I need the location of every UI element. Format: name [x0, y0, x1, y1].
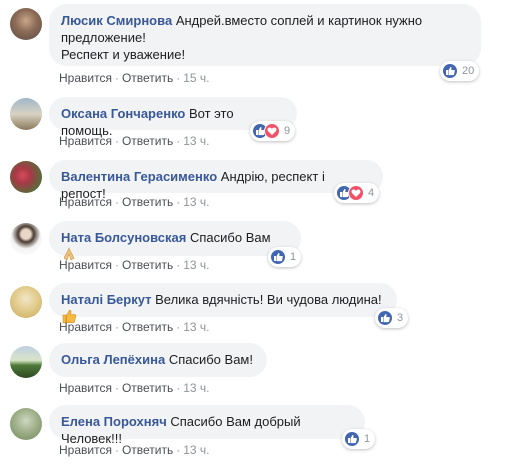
separator: ·: [114, 195, 119, 209]
separator: ·: [114, 381, 119, 395]
comment-author[interactable]: Ольга Лепёхина: [61, 352, 165, 367]
comment-bubble: Наталі Беркут Велика вдячність! Ви чудов…: [49, 283, 397, 324]
timestamp[interactable]: 13 ч.: [183, 443, 209, 457]
comment-author[interactable]: Наталі Беркут: [61, 292, 151, 307]
like-icon: [270, 249, 286, 265]
comment-bubble: Елена Порохняч Спасибо Вам добрый Челове…: [49, 405, 365, 446]
comment-bubble: Ольга Лепёхина Спасибо Вам!: [49, 343, 267, 377]
reply-button[interactable]: Ответить: [122, 71, 173, 85]
separator: ·: [114, 258, 119, 272]
timestamp[interactable]: 15 ч.: [183, 71, 209, 85]
comment-actions: Нравится · Ответить · 15 ч.: [59, 71, 210, 85]
comment-actions: Нравится · Ответить · 13 ч.: [59, 381, 210, 395]
reaction-count: 9: [284, 125, 291, 137]
like-button[interactable]: Нравится: [59, 443, 112, 457]
comment-actions: Нравится · Ответить · 13 ч.: [59, 195, 210, 209]
avatar[interactable]: [10, 223, 42, 255]
love-icon: [264, 123, 280, 139]
reaction-summary[interactable]: 1: [268, 247, 302, 267]
timestamp[interactable]: 13 ч.: [183, 134, 209, 148]
love-icon: [348, 185, 364, 201]
comment-author[interactable]: Оксана Гончаренко: [61, 106, 185, 121]
reaction-count: 20: [462, 65, 475, 77]
avatar[interactable]: [10, 161, 42, 193]
reply-button[interactable]: Ответить: [122, 134, 173, 148]
reaction-summary[interactable]: 20: [440, 61, 480, 81]
comment-actions: Нравится · Ответить · 13 ч.: [59, 134, 210, 148]
avatar[interactable]: [10, 408, 42, 440]
separator: ·: [176, 320, 181, 334]
separator: ·: [114, 134, 119, 148]
reaction-summary[interactable]: 4: [334, 183, 380, 203]
separator: ·: [114, 443, 119, 457]
comment-author[interactable]: Ната Болсуновская: [61, 230, 186, 245]
comment-bubble: Люсик Смирнова Андрей.вместо соплей и ка…: [49, 4, 481, 66]
timestamp[interactable]: 13 ч.: [183, 258, 209, 272]
separator: ·: [176, 381, 181, 395]
like-button[interactable]: Нравится: [59, 71, 112, 85]
timestamp[interactable]: 13 ч.: [183, 320, 209, 334]
separator: ·: [114, 320, 119, 334]
timestamp[interactable]: 13 ч.: [183, 381, 209, 395]
separator: ·: [176, 443, 181, 457]
avatar[interactable]: [10, 8, 42, 40]
separator: ·: [176, 258, 181, 272]
comment-bubble: Ната Болсуновская Спасибо Вам: [49, 221, 301, 261]
reaction-count: 4: [368, 187, 375, 199]
avatar[interactable]: [10, 286, 42, 318]
reply-button[interactable]: Ответить: [122, 258, 173, 272]
avatar[interactable]: [10, 346, 42, 378]
comment-bubble: Валентина Герасименко Андрію, респект і …: [49, 160, 383, 201]
comment-text: Спасибо Вам: [189, 230, 271, 245]
like-button[interactable]: Нравится: [59, 195, 112, 209]
like-button[interactable]: Нравится: [59, 320, 112, 334]
like-button[interactable]: Нравится: [59, 258, 112, 272]
reaction-summary[interactable]: 9: [250, 121, 296, 141]
comment-actions: Нравится · Ответить · 13 ч.: [59, 258, 210, 272]
reply-button[interactable]: Ответить: [122, 443, 173, 457]
comment-text: Спасибо Вам!: [168, 352, 253, 367]
reaction-count: 1: [364, 433, 371, 445]
reply-button[interactable]: Ответить: [122, 320, 173, 334]
reply-button[interactable]: Ответить: [122, 381, 173, 395]
reaction-count: 1: [290, 251, 297, 263]
like-button[interactable]: Нравится: [59, 134, 112, 148]
like-icon: [442, 63, 458, 79]
comment-actions: Нравится · Ответить · 13 ч.: [59, 443, 210, 457]
comment-author[interactable]: Елена Порохняч: [61, 414, 167, 429]
timestamp[interactable]: 13 ч.: [183, 195, 209, 209]
separator: ·: [114, 71, 119, 85]
like-button[interactable]: Нравится: [59, 381, 112, 395]
reaction-count: 3: [397, 312, 404, 324]
reaction-summary[interactable]: 1: [342, 429, 376, 449]
comment-text-line: Респект и уважение!: [61, 47, 186, 62]
comment-actions: Нравится · Ответить · 13 ч.: [59, 320, 210, 334]
separator: ·: [176, 71, 181, 85]
reply-button[interactable]: Ответить: [122, 195, 173, 209]
avatar[interactable]: [10, 98, 42, 130]
separator: ·: [176, 134, 181, 148]
like-icon: [377, 310, 393, 326]
reaction-summary[interactable]: 3: [375, 308, 409, 328]
like-icon: [344, 431, 360, 447]
comment-text: Велика вдячність! Ви чудова людина!: [155, 292, 382, 307]
separator: ·: [176, 195, 181, 209]
comment-author[interactable]: Валентина Герасименко: [61, 169, 217, 184]
comment-author[interactable]: Люсик Смирнова: [61, 13, 172, 28]
